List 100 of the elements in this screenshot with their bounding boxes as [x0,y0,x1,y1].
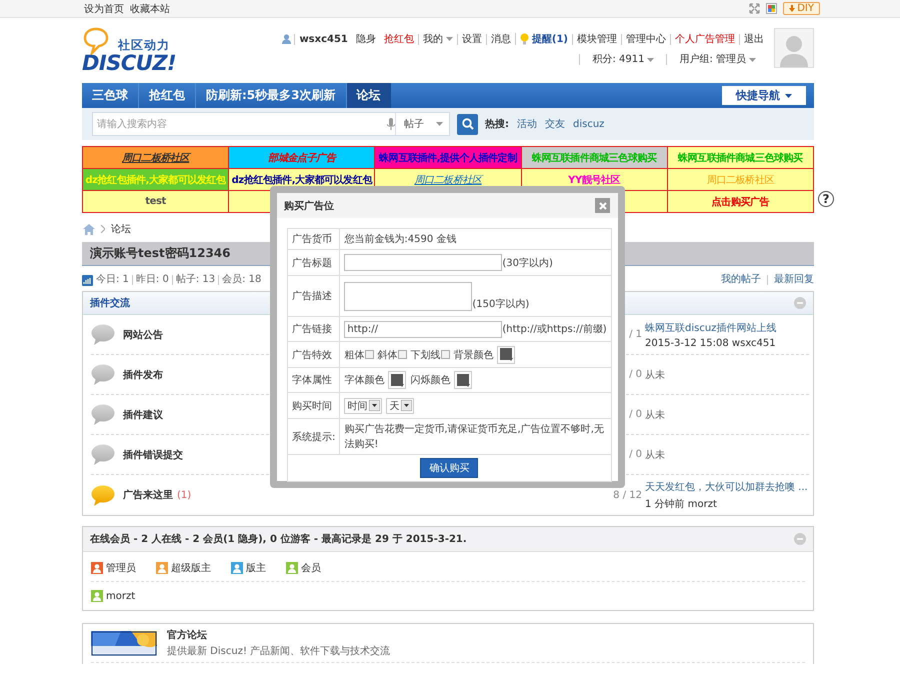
link-title[interactable]: 官方论坛 [167,628,390,642]
search-icon [462,118,474,130]
home-icon[interactable] [83,224,95,234]
top-link[interactable]: 收藏本站 [130,2,170,16]
username-link[interactable]: wsxc451 [294,34,352,44]
option-label: 下划线 [410,348,440,362]
caret-icon [749,58,756,62]
breadcrumb-current: 论坛 [111,223,131,236]
stats-icon [82,274,93,286]
avatar[interactable] [774,28,814,68]
link-description: 提供最新 Discuz! 产品新闻、软件下载与技术交流 [167,644,390,658]
ad-slot[interactable]: test [82,190,229,212]
ad-slot[interactable]: 周口二板桥社区 [82,146,229,168]
field-label: 广告货币 [288,228,340,250]
field-label: 广告特效 [288,342,340,368]
fullscreen-icon[interactable] [749,3,760,14]
microphone-icon [387,118,395,130]
header-link[interactable]: 管理中心 [621,34,670,44]
ad-text: test [145,196,166,207]
field-label: 广告标题 [288,250,340,276]
close-button[interactable] [595,198,610,213]
close-icon [598,202,606,210]
category-title[interactable]: 插件交流 [90,296,130,310]
search-field[interactable]: 请输入搜索内容 帖子 [92,112,450,136]
palette-icon[interactable] [766,3,778,14]
header-link[interactable]: 个人广告管理 [670,34,739,44]
input-field[interactable]: http:// [344,320,502,338]
logo-text[interactable]: DISCUZ! [82,51,176,75]
menu-link[interactable]: 积分: 4911 [579,54,666,65]
stats-link[interactable]: 最新回复 [767,275,814,285]
menu-link[interactable]: 我的 [418,34,457,44]
bulb-icon [520,33,529,45]
search-type-select[interactable]: 帖子 [395,113,449,135]
field-hint: (http://或https://前缀) [502,322,607,336]
ad-text: 周口二板桥社区 [706,174,774,186]
forum-stat: 昨日: 0 [132,275,172,285]
help-icon[interactable]: ? [818,191,834,207]
top-link[interactable]: 设为首页 [84,2,124,16]
header-link[interactable]: 模块管理 [572,34,621,44]
field-value: 您当前金钱为:4590 金钱 [340,228,612,250]
header-link[interactable]: 消息 [486,34,515,44]
collapse-icon[interactable] [794,533,806,545]
ad-slot[interactable]: 点击购买广告 [667,190,814,212]
hot-search-link[interactable]: 活动 [517,117,537,131]
ad-text: dz抢红包插件,大家都可以发红包 [85,174,226,186]
swatch-icon [500,348,513,361]
color-picker[interactable] [454,371,472,389]
last-post-meta: 2015-3-12 15:08 wsxc451 [645,338,776,348]
collapse-icon[interactable] [794,297,806,309]
confirm-button[interactable]: 确认购买 [420,458,478,478]
header-link[interactable]: 抢红包 [380,34,418,44]
forum-name[interactable]: 网站公告 [123,328,163,342]
field-label: 字体属性 [288,368,340,392]
dialog-title: 购买广告位 [284,199,334,212]
search-button[interactable] [457,114,478,134]
ad-text: dz抢红包插件,大家都可以发红包 [232,174,372,186]
header-link[interactable]: 设置 [456,34,486,44]
last-post-link[interactable]: 蛛网互联discuz插件网站上线 [645,320,776,334]
today-count: (1) [177,490,192,500]
forum-stat: 帖子: 13 [172,275,218,285]
ad-text: 蛛网互联插件商城三色球购买 [532,152,657,164]
forum-name[interactable]: 广告来这里 [123,488,173,502]
ad-text: 蛛网互联插件商城三色球购买 [678,152,803,164]
hot-search-link[interactable]: discuz [573,118,604,130]
select-field[interactable]: 时间 [344,398,382,414]
legend-label: 会员 [301,562,321,575]
last-post-none: 从未 [645,408,665,422]
field-label: 系统提示: [288,418,340,454]
checkbox[interactable] [398,350,408,359]
reminder-link[interactable]: 提醒(1) [514,33,572,45]
option-label: 背景颜色 [453,348,494,362]
field-label: 广告链接 [288,316,340,342]
forum-name[interactable]: 插件错误提交 [123,448,183,462]
color-picker[interactable] [388,371,406,389]
logo-tagline: 社区动力 [118,37,170,54]
stats-link[interactable]: 我的帖子 [715,275,761,285]
ad-text: 周口二板桥社区 [122,152,190,164]
checkbox[interactable] [365,350,374,359]
nav-tab[interactable]: 论坛 [346,83,390,108]
forum-counts: 8 / 12 [613,490,642,500]
quick-nav-button[interactable]: 快捷导航 [722,86,806,105]
checkbox[interactable] [441,350,450,359]
last-post-link[interactable]: 天天发红包，大伙可以加群去抢噢 ... [645,480,808,494]
ad-text: YY靓号社区 [568,174,620,186]
member-link[interactable]: morzt [106,590,136,602]
forum-counts: / 0 [629,369,642,380]
hot-search-link[interactable]: 交友 [545,117,565,131]
dropdown-arrow-icon [369,400,380,411]
forum-name[interactable]: 插件建议 [123,408,163,422]
forum-name[interactable]: 插件发布 [123,368,163,382]
input-field[interactable] [344,254,502,271]
header-link[interactable]: 退出 [739,34,768,44]
select-field[interactable]: 天 [386,398,414,414]
last-post-none: 从未 [645,368,665,382]
textarea-field[interactable] [344,282,472,310]
forum-counts: / 1 [629,329,642,340]
ad-text: 蛛网互联插件,提供个人插件定制 [379,152,517,164]
chevron-icon [101,225,105,233]
color-picker[interactable] [497,346,516,364]
menu-link[interactable]: 用户组: 管理员 [666,54,768,65]
